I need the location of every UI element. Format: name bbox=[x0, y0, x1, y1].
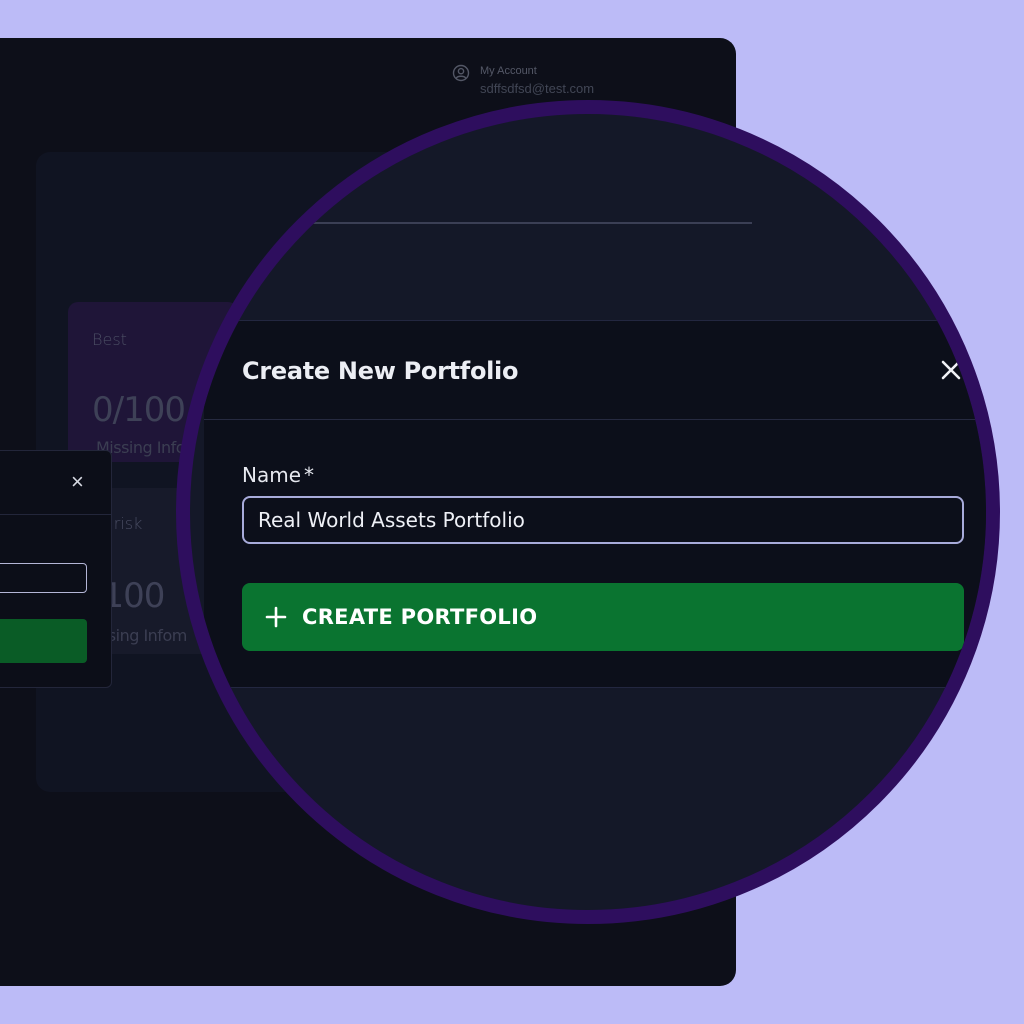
small-create-portfolio-modal: × bbox=[0, 450, 112, 688]
close-icon[interactable]: × bbox=[71, 471, 84, 493]
account-email: sdffsdfsd@test.com bbox=[480, 81, 595, 96]
name-field-label: Name * bbox=[242, 463, 314, 487]
modal-header: Create New Portfolio bbox=[204, 321, 986, 420]
magnifier-lens: Create New Portfolio Name* CREATE PORTFO… bbox=[176, 100, 1000, 924]
card-score: 0/100 bbox=[92, 390, 186, 430]
close-icon[interactable] bbox=[936, 355, 966, 385]
divider bbox=[0, 514, 111, 515]
portfolio-name-input[interactable] bbox=[242, 496, 964, 544]
plus-icon bbox=[264, 605, 288, 629]
user-icon bbox=[452, 64, 470, 82]
account-label: My Account bbox=[480, 65, 537, 77]
name-input-small[interactable] bbox=[0, 563, 87, 593]
required-marker: * bbox=[304, 463, 315, 487]
create-portfolio-label: CREATE PORTFOLIO bbox=[302, 605, 538, 629]
account-info: My Account sdffsdfsd@test.com bbox=[480, 64, 594, 97]
card-title: Best bbox=[92, 330, 127, 349]
create-portfolio-modal: Create New Portfolio Name* CREATE PORTFO… bbox=[204, 320, 986, 688]
create-portfolio-button[interactable]: CREATE PORTFOLIO bbox=[242, 583, 964, 651]
account-menu[interactable]: My Account sdffsdfsd@test.com bbox=[452, 64, 594, 97]
divider bbox=[310, 222, 752, 224]
create-portfolio-button-small[interactable] bbox=[0, 619, 87, 663]
name-label-text: Name bbox=[242, 463, 302, 487]
modal-title: Create New Portfolio bbox=[242, 357, 519, 385]
